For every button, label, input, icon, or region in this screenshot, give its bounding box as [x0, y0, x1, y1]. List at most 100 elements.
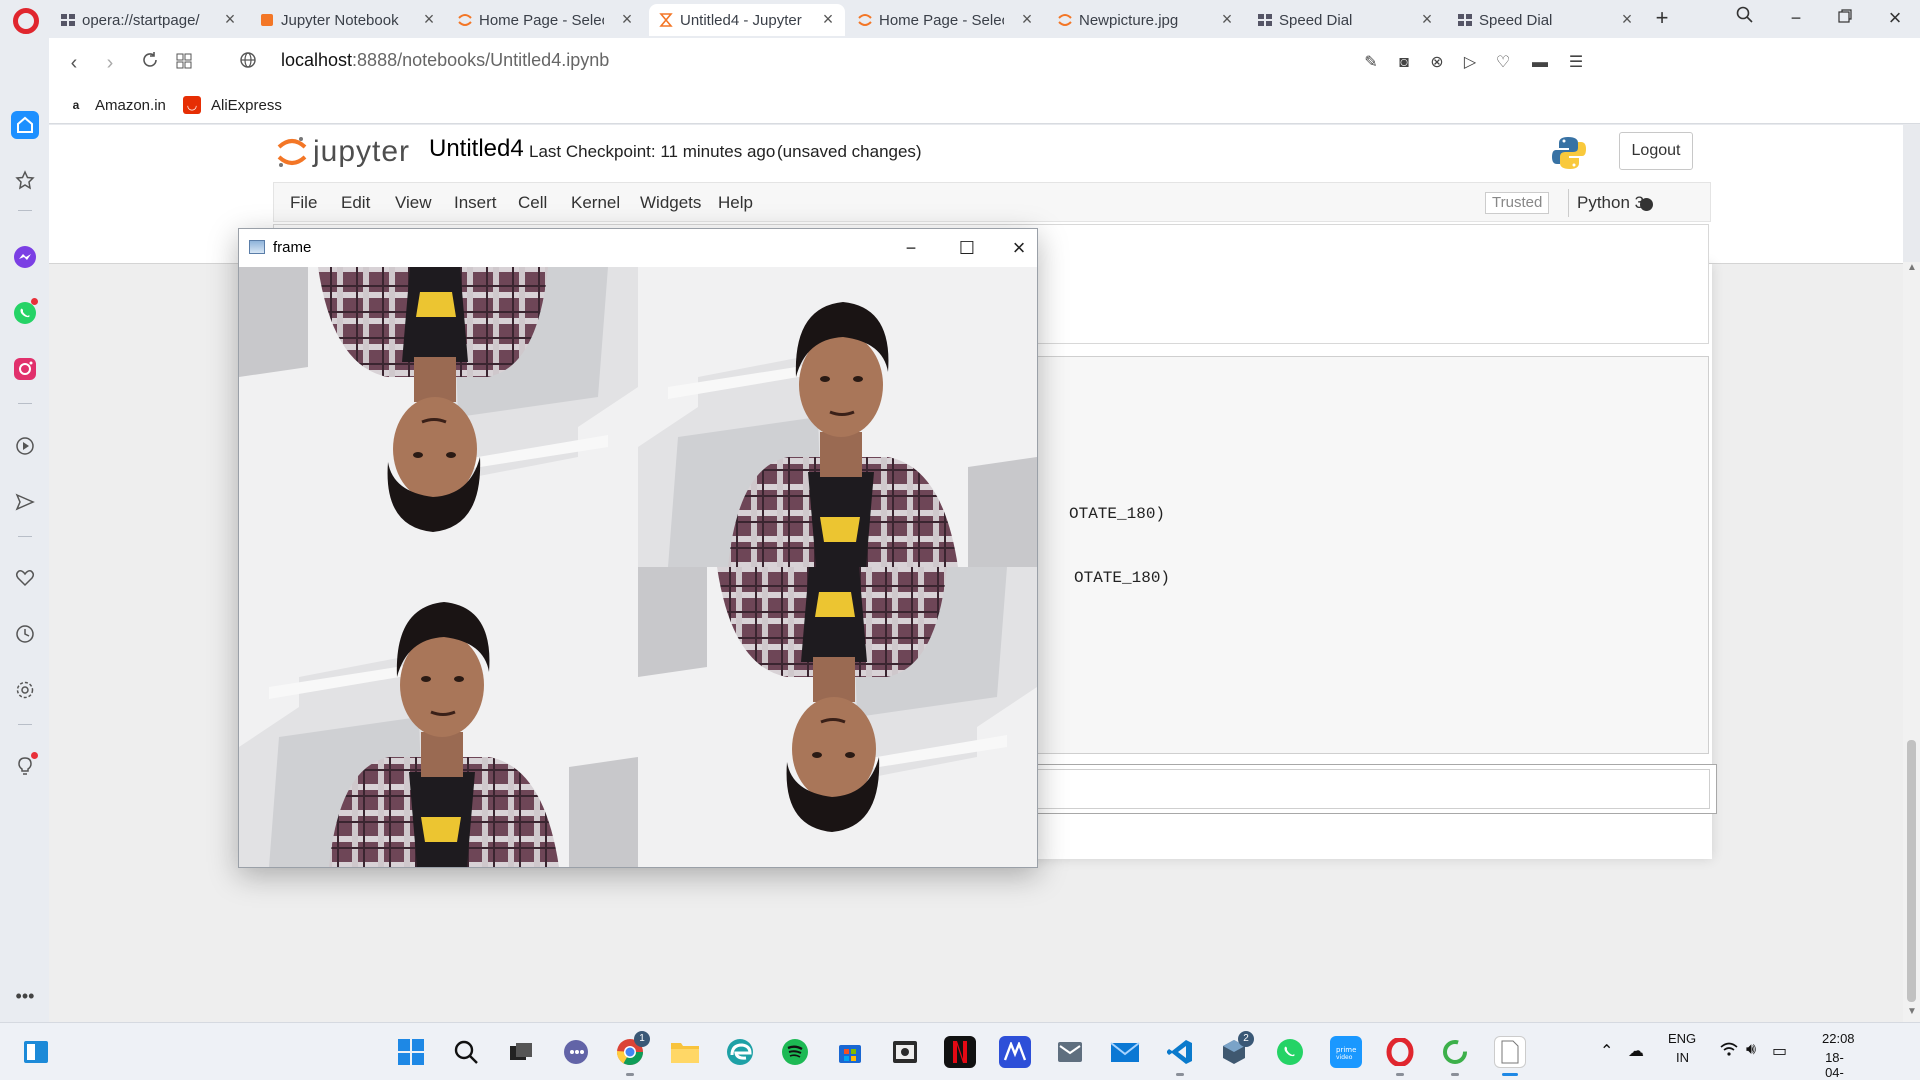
spotify-icon[interactable] — [779, 1036, 811, 1068]
menu-file[interactable]: File — [290, 193, 317, 213]
vscode-icon[interactable] — [1164, 1036, 1196, 1068]
more-icon[interactable]: ••• — [11, 982, 39, 1010]
sidebar-home-icon[interactable] — [11, 111, 39, 139]
frame-close-button[interactable]: × — [999, 234, 1039, 262]
tab-home-page[interactable]: Home Page - Select × — [448, 4, 644, 36]
onedrive-icon[interactable]: ☁ — [1628, 1041, 1644, 1061]
edge-icon[interactable] — [724, 1036, 756, 1068]
new-tab-button[interactable]: + — [1650, 6, 1674, 30]
bookmark-aliexpress[interactable]: ◡ AliExpress — [183, 96, 282, 114]
tab-jupyter-notebook[interactable]: Jupyter Notebook × — [250, 4, 446, 36]
tab-startpage[interactable]: opera://startpage/ × — [51, 4, 247, 36]
reload-button[interactable] — [137, 50, 163, 76]
netflix-icon[interactable] — [944, 1036, 976, 1068]
close-icon[interactable]: × — [1218, 10, 1236, 28]
adblock-icon[interactable]: ⊗ — [1426, 52, 1448, 74]
microsoft-store-icon[interactable] — [834, 1036, 866, 1068]
scrollbar-thumb[interactable] — [1907, 740, 1916, 1002]
menu-edit[interactable]: Edit — [341, 193, 370, 213]
battery-saver-icon[interactable]: ▬ — [1529, 52, 1551, 74]
kernel-name[interactable]: Python 3 — [1577, 193, 1644, 213]
show-hidden-icons[interactable]: ⌃ — [1600, 1041, 1613, 1061]
notepad-icon[interactable] — [1494, 1036, 1526, 1068]
restore-button[interactable] — [1833, 6, 1857, 30]
opera-logo-icon[interactable] — [13, 8, 39, 34]
frame-maximize-button[interactable]: ☐ — [947, 234, 987, 262]
bookmark-amazon[interactable]: a Amazon.in — [67, 96, 166, 114]
tab-newpicture[interactable]: Newpicture.jpg × — [1048, 4, 1244, 36]
photo-app-icon[interactable] — [889, 1036, 921, 1068]
widgets-icon[interactable] — [20, 1036, 52, 1068]
close-window-button[interactable]: × — [1883, 6, 1907, 30]
language-bottom[interactable]: IN — [1676, 1050, 1689, 1065]
mail-app-icon[interactable] — [1054, 1036, 1086, 1068]
scroll-up-icon[interactable]: ▲ — [1907, 262, 1917, 273]
start-icon[interactable] — [395, 1036, 427, 1068]
menu-insert[interactable]: Insert — [454, 193, 497, 213]
instagram-icon[interactable] — [11, 355, 39, 383]
heart-icon[interactable] — [11, 564, 39, 592]
close-icon[interactable]: × — [221, 10, 239, 28]
tab-grid-icon[interactable] — [171, 50, 197, 76]
logout-button[interactable]: Logout — [1619, 132, 1693, 170]
opera-gx-ring-icon[interactable] — [1439, 1036, 1471, 1068]
teams-chat-icon[interactable] — [560, 1036, 592, 1068]
close-icon[interactable]: × — [1618, 10, 1636, 28]
tab-search-icon[interactable] — [1733, 6, 1757, 30]
camera-icon[interactable]: ◙ — [1393, 52, 1415, 74]
search-icon[interactable] — [450, 1036, 482, 1068]
close-icon[interactable]: × — [420, 10, 438, 28]
frame-titlebar[interactable]: frame − ☐ × — [239, 229, 1037, 267]
volume-icon[interactable]: 🔊︎ — [1746, 1041, 1756, 1059]
send-icon[interactable] — [11, 488, 39, 516]
page-scrollbar[interactable]: ▲ ▼ — [1903, 262, 1920, 1022]
close-icon[interactable]: × — [1418, 10, 1436, 28]
opera-icon[interactable] — [1384, 1036, 1416, 1068]
minimize-button[interactable]: − — [1784, 6, 1808, 30]
history-icon[interactable] — [11, 620, 39, 648]
frame-minimize-button[interactable]: − — [891, 234, 931, 262]
back-button[interactable]: ‹ — [61, 50, 87, 76]
close-icon[interactable]: × — [618, 10, 636, 28]
running-indicator — [1176, 1073, 1184, 1076]
close-icon[interactable]: × — [819, 10, 837, 28]
task-view-icon[interactable] — [505, 1036, 537, 1068]
messenger-icon[interactable] — [11, 243, 39, 271]
close-icon[interactable]: × — [1018, 10, 1036, 28]
menu-help[interactable]: Help — [718, 193, 753, 213]
trusted-badge[interactable]: Trusted — [1485, 192, 1550, 214]
flow-icon[interactable]: ▷ — [1459, 52, 1481, 74]
tab-home-page-2[interactable]: Home Page - Select × — [848, 4, 1044, 36]
tab-untitled4[interactable]: Untitled4 - Jupyter N × — [649, 4, 845, 36]
media-app-icon[interactable] — [999, 1036, 1031, 1068]
mail-icon[interactable] — [1109, 1036, 1141, 1068]
tab-speed-dial[interactable]: Speed Dial × — [1248, 4, 1444, 36]
site-info-icon[interactable] — [235, 50, 261, 76]
settings-icon[interactable] — [11, 676, 39, 704]
battery-icon[interactable]: ▭ — [1772, 1041, 1787, 1061]
tab-label: Untitled4 - Jupyter N — [680, 11, 805, 29]
scroll-down-icon[interactable]: ▼ — [1907, 1006, 1917, 1017]
clock-date[interactable]: 18-04-2022 — [1820, 1050, 1849, 1080]
menu-kernel[interactable]: Kernel — [571, 193, 620, 213]
sidebar-bookmarks-icon[interactable] — [11, 166, 39, 194]
notebook-title[interactable]: Untitled4 — [429, 135, 524, 163]
prime-video-icon[interactable]: prime video — [1330, 1036, 1362, 1068]
opencv-frame-window[interactable]: frame − ☐ × — [238, 228, 1038, 868]
whatsapp-taskbar-icon[interactable] — [1274, 1036, 1306, 1068]
wifi-icon[interactable] — [1720, 1041, 1738, 1062]
menu-cell[interactable]: Cell — [518, 193, 547, 213]
favorite-heart-icon[interactable]: ♡ — [1492, 52, 1514, 74]
forward-button[interactable]: › — [97, 50, 123, 76]
url-field[interactable]: localhost:8888/notebooks/Untitled4.ipynb — [281, 50, 609, 71]
player-icon[interactable] — [11, 432, 39, 460]
language-top[interactable]: ENG — [1668, 1031, 1696, 1046]
file-explorer-icon[interactable] — [669, 1036, 701, 1068]
menu-widgets[interactable]: Widgets — [640, 193, 701, 213]
menu-view[interactable]: View — [395, 193, 432, 213]
easy-setup-icon[interactable]: ☰ — [1565, 52, 1587, 74]
tab-speed-dial-2[interactable]: Speed Dial × — [1448, 4, 1644, 36]
snapshot-edit-icon[interactable]: ✎ — [1360, 52, 1382, 74]
jupyter-logo[interactable]: jupyter — [277, 135, 410, 169]
clock-time[interactable]: 22:08 — [1822, 1031, 1855, 1046]
